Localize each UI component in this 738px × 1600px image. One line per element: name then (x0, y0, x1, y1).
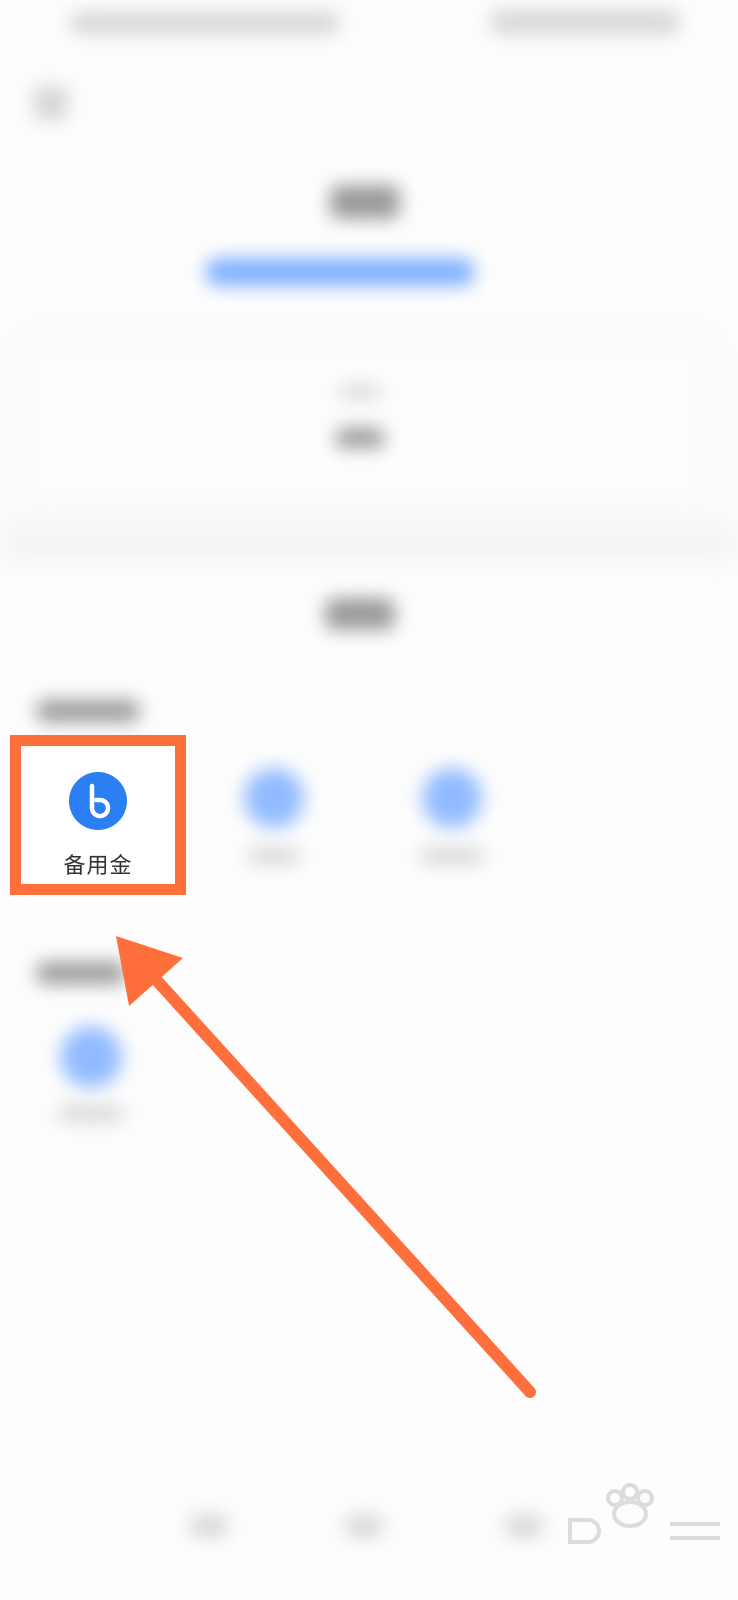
service-label-4 (58, 1106, 124, 1122)
service-icon-4[interactable] (60, 1026, 122, 1088)
card-line-1 (340, 385, 380, 399)
blue-link-banner[interactable] (205, 258, 475, 286)
subsection-heading-2 (36, 962, 126, 984)
back-button[interactable] (34, 86, 68, 120)
info-card (18, 335, 714, 511)
highlighted-app-tile[interactable]: 备用金 (10, 735, 186, 895)
section-divider (0, 525, 738, 557)
app-label: 备用金 (63, 854, 133, 879)
card-line-2 (335, 428, 385, 448)
bottom-nav-1[interactable] (190, 1515, 228, 1537)
b-logo-icon[interactable] (69, 772, 127, 830)
service-icon-3[interactable] (422, 768, 482, 828)
watermark-logo (568, 1483, 720, 1544)
bottom-nav-2[interactable] (345, 1515, 383, 1537)
status-bar-right (490, 10, 680, 34)
status-bar-left (70, 12, 340, 34)
b-logo-glyph (89, 783, 111, 819)
service-label-2 (248, 848, 300, 864)
service-icon-2[interactable] (244, 768, 304, 828)
subsection-heading (36, 700, 140, 722)
section-title (325, 598, 395, 630)
bottom-nav-3[interactable] (505, 1515, 543, 1537)
page-title (330, 185, 400, 219)
service-label-3 (420, 848, 484, 864)
